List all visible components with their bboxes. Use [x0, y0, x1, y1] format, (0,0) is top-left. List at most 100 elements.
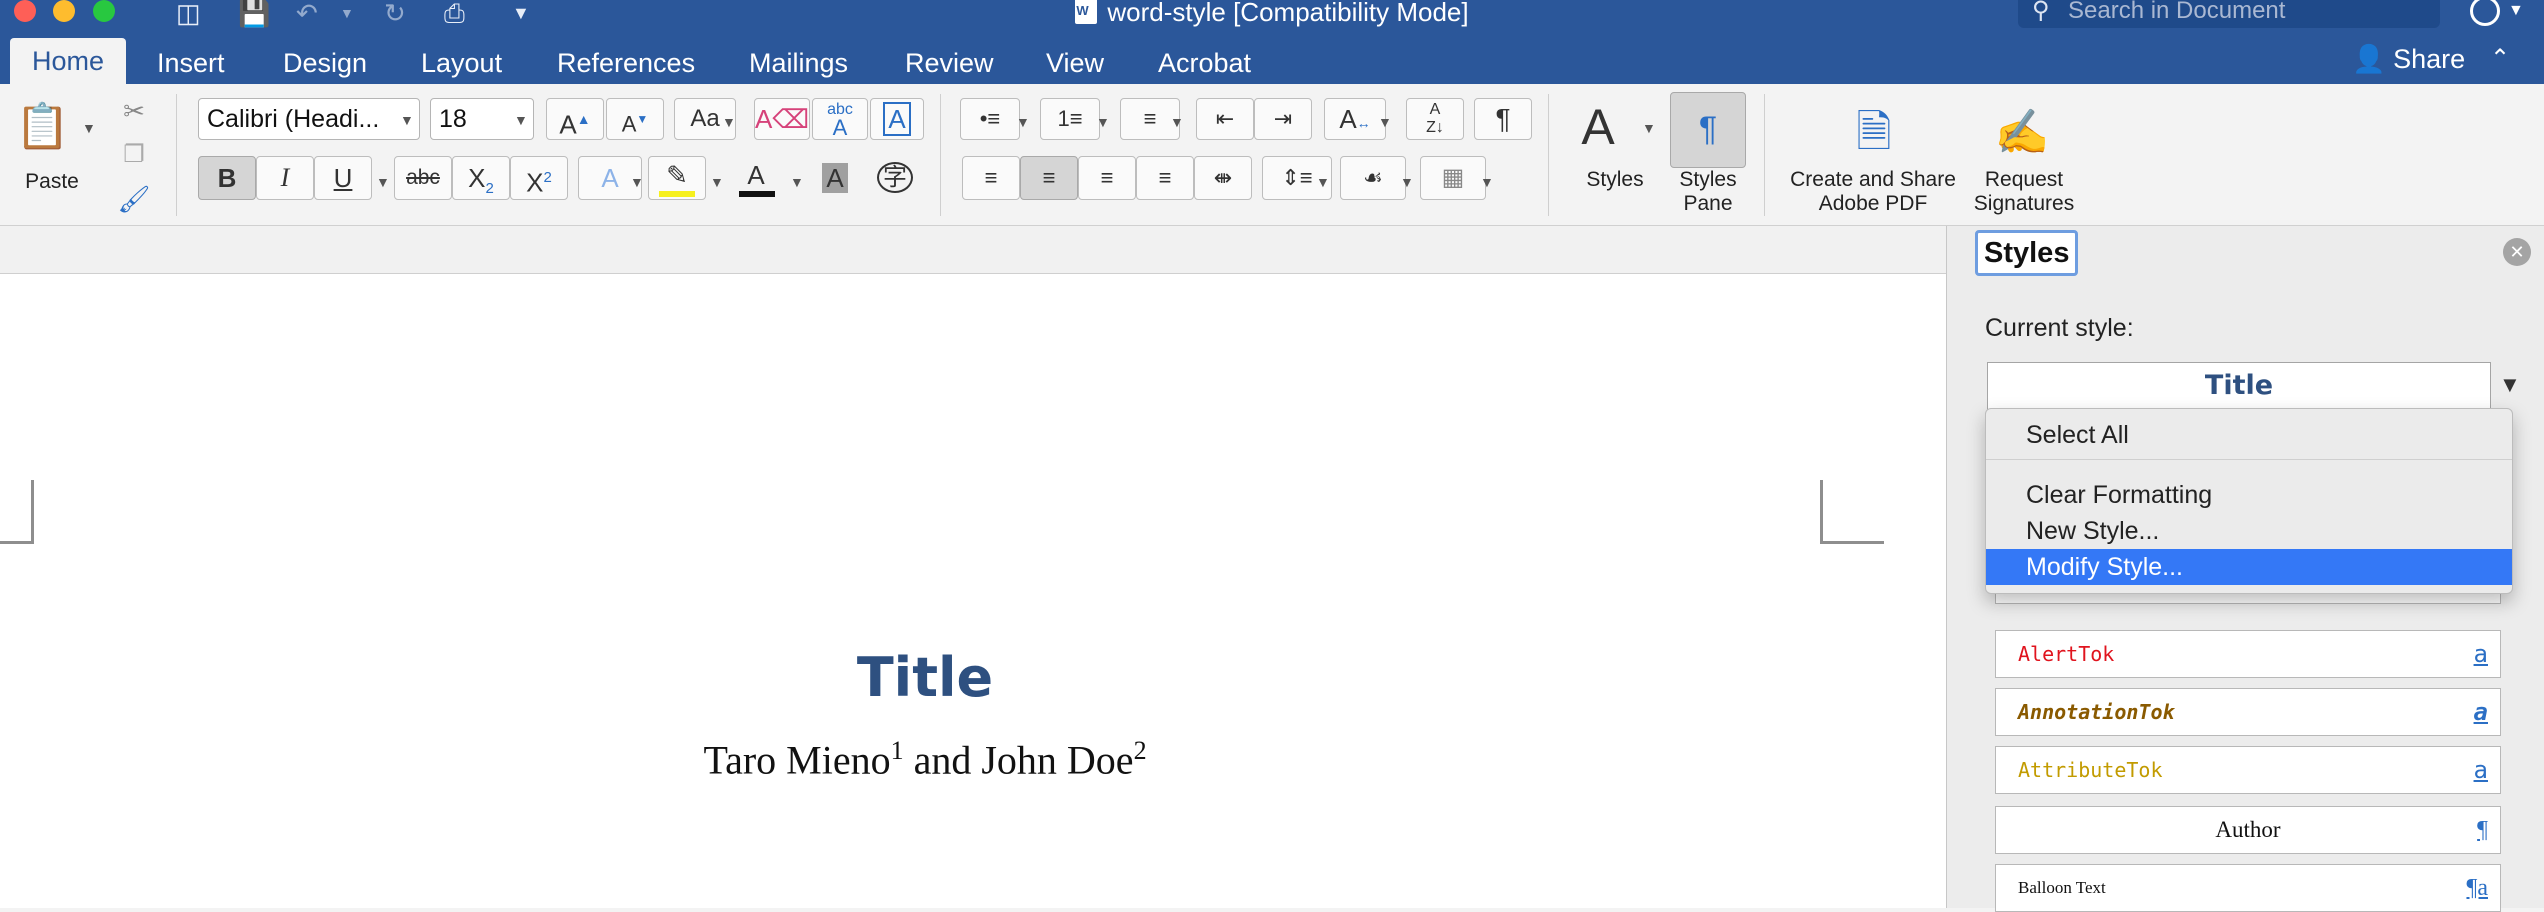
ribbon-separator	[940, 94, 941, 216]
align-right-icon[interactable]: ≡	[1078, 156, 1136, 200]
collapse-ribbon-icon[interactable]: ⌃	[2490, 42, 2510, 76]
paste-clipboard-icon[interactable]: 📋	[14, 96, 70, 160]
styles-gallery-icon[interactable]: A	[1568, 94, 1628, 160]
subscript-button[interactable]: X2	[452, 156, 510, 200]
bold-button[interactable]: B	[198, 156, 256, 200]
borders-icon[interactable]: ▦	[1420, 156, 1486, 200]
bullets-icon[interactable]: •≡	[960, 98, 1020, 140]
ribbon-home: 📋 ▼ Paste ✂ ❐ 🖌 Calibri (Headi... ▼ 18 ▼…	[0, 84, 2544, 226]
phonetic-guide-icon[interactable]: abc A	[812, 98, 868, 140]
text-direction-dropdown-icon[interactable]: ▼	[1378, 114, 1392, 130]
tab-view[interactable]: View	[1046, 42, 1104, 84]
add-person-icon: 👤	[2352, 44, 2386, 74]
close-pane-icon[interactable]: ✕	[2503, 238, 2531, 266]
numbering-dropdown-icon[interactable]: ▼	[1096, 114, 1110, 130]
grow-font-button[interactable]: A▲	[546, 98, 604, 140]
menu-item-select-all[interactable]: Select All	[1986, 417, 2512, 453]
feedback-dropdown-icon[interactable]: ▼	[2508, 2, 2524, 20]
menu-separator	[1986, 459, 2512, 460]
styles-pane-icon[interactable]: ¶	[1670, 92, 1746, 168]
increase-indent-icon[interactable]: ⇥	[1254, 98, 1312, 140]
ribbon-separator	[1548, 94, 1549, 216]
strikethrough-button[interactable]: abc	[394, 156, 452, 200]
tab-review[interactable]: Review	[905, 42, 994, 84]
request-signatures-button[interactable]: Request Signatures	[1962, 168, 2086, 216]
font-name-value: Calibri (Headi...	[207, 105, 380, 133]
shading-dropdown-icon[interactable]: ▼	[1400, 174, 1414, 190]
tab-mailings[interactable]: Mailings	[749, 42, 848, 84]
search-placeholder: Search in Document	[2068, 0, 2286, 24]
justify-icon[interactable]: ≡	[1136, 156, 1194, 200]
paste-button[interactable]: Paste	[18, 170, 86, 194]
bullets-dropdown-icon[interactable]: ▼	[1016, 114, 1030, 130]
font-name-select[interactable]: Calibri (Headi...	[198, 98, 420, 140]
distributed-icon[interactable]: ⇼	[1194, 156, 1252, 200]
current-style-select[interactable]: Title	[1987, 362, 2491, 412]
tab-home[interactable]: Home	[10, 38, 127, 84]
show-paragraph-marks-icon[interactable]: ¶	[1474, 98, 1532, 140]
text-effects-dropdown-icon[interactable]: ▼	[630, 174, 644, 190]
underline-button[interactable]: U	[314, 156, 372, 200]
style-item-attributetok[interactable]: AttributeTok a	[1995, 746, 2501, 794]
styles-button[interactable]: Styles	[1572, 168, 1658, 192]
create-share-pdf-button[interactable]: Create and Share Adobe PDF	[1778, 168, 1968, 216]
menu-item-clear-formatting[interactable]: Clear Formatting	[1986, 477, 2512, 513]
share-button[interactable]: 👤 Share	[2352, 42, 2465, 76]
text-box-icon[interactable]: A	[870, 98, 924, 140]
font-color-icon[interactable]: A	[728, 156, 784, 200]
current-style-dropdown-icon[interactable]: ▼	[2499, 372, 2521, 398]
change-case-dropdown-icon[interactable]: ▼	[722, 114, 736, 130]
underline-dropdown-icon[interactable]: ▼	[376, 174, 390, 190]
font-size-dropdown-icon[interactable]: ▼	[514, 112, 528, 128]
search-input[interactable]: ⚲ Search in Document	[2018, 0, 2440, 28]
highlight-dropdown-icon[interactable]: ▼	[710, 174, 724, 190]
multilevel-dropdown-icon[interactable]: ▼	[1170, 114, 1184, 130]
shrink-font-button[interactable]: A▼	[606, 98, 664, 140]
styles-dropdown-icon[interactable]: ▼	[1642, 120, 1656, 136]
create-pdf-icon[interactable]: 🗎	[1846, 102, 1902, 166]
menu-item-new-style[interactable]: New Style...	[1986, 513, 2512, 549]
signature-icon[interactable]: ✍	[1990, 102, 2054, 166]
paste-dropdown-icon[interactable]: ▼	[82, 120, 96, 136]
word-document-icon	[1075, 0, 1098, 24]
document-page[interactable]: Title Taro Mieno1 and John Doe2	[0, 274, 1946, 908]
highlight-color-icon[interactable]: ✎	[648, 156, 706, 200]
style-item-alerttok[interactable]: AlertTok a	[1995, 630, 2501, 678]
document-title[interactable]: Title	[0, 646, 1850, 709]
borders-dropdown-icon[interactable]: ▼	[1480, 174, 1494, 190]
create-share-label-1: Create and Share	[1790, 168, 1956, 191]
format-painter-icon[interactable]: 🖌	[114, 178, 154, 218]
style-item-author[interactable]: Author ¶	[1995, 806, 2501, 854]
character-shading-icon[interactable]: A	[808, 156, 862, 200]
styles-pane-button[interactable]: Styles Pane	[1664, 168, 1752, 216]
decrease-indent-icon[interactable]: ⇤	[1196, 98, 1254, 140]
style-item-balloon-text[interactable]: Balloon Text ¶a	[1995, 864, 2501, 912]
superscript-button[interactable]: X2	[510, 156, 568, 200]
menu-item-modify-style[interactable]: Modify Style...	[1986, 549, 2512, 585]
author-1-sup: 1	[890, 736, 904, 765]
tab-insert[interactable]: Insert	[157, 42, 225, 84]
align-center-icon[interactable]: ≡	[1020, 156, 1078, 200]
sort-icon[interactable]: A Z↓	[1406, 98, 1464, 140]
style-item-annotationtok[interactable]: AnnotationTok a	[1995, 688, 2501, 736]
align-left-icon[interactable]: ≡	[962, 156, 1020, 200]
numbering-icon[interactable]: 1≡	[1040, 98, 1100, 140]
font-color-dropdown-icon[interactable]: ▼	[790, 174, 804, 190]
sort-direction-icon[interactable]: A↔	[1324, 98, 1386, 140]
tab-acrobat[interactable]: Acrobat	[1158, 42, 1251, 84]
cut-icon[interactable]: ✂	[114, 90, 154, 130]
line-spacing-dropdown-icon[interactable]: ▼	[1316, 174, 1330, 190]
styles-pane: Styles ✕ Current style: Title ▼ Abstract…	[1946, 226, 2544, 912]
tab-design[interactable]: Design	[283, 42, 367, 84]
enclose-characters-icon[interactable]: 字	[868, 156, 922, 200]
tab-references[interactable]: References	[557, 42, 695, 84]
style-name: Author	[2215, 817, 2281, 842]
document-area: Title Taro Mieno1 and John Doe2	[0, 226, 1946, 908]
clear-formatting-eraser-icon[interactable]: A⌫	[754, 98, 810, 140]
italic-button[interactable]: I	[256, 156, 314, 200]
tab-layout[interactable]: Layout	[421, 42, 502, 84]
copy-icon[interactable]: ❐	[114, 134, 154, 174]
shading-bucket-icon[interactable]: ☙	[1340, 156, 1406, 200]
document-authors[interactable]: Taro Mieno1 and John Doe2	[0, 736, 1850, 783]
font-name-dropdown-icon[interactable]: ▼	[400, 112, 414, 128]
